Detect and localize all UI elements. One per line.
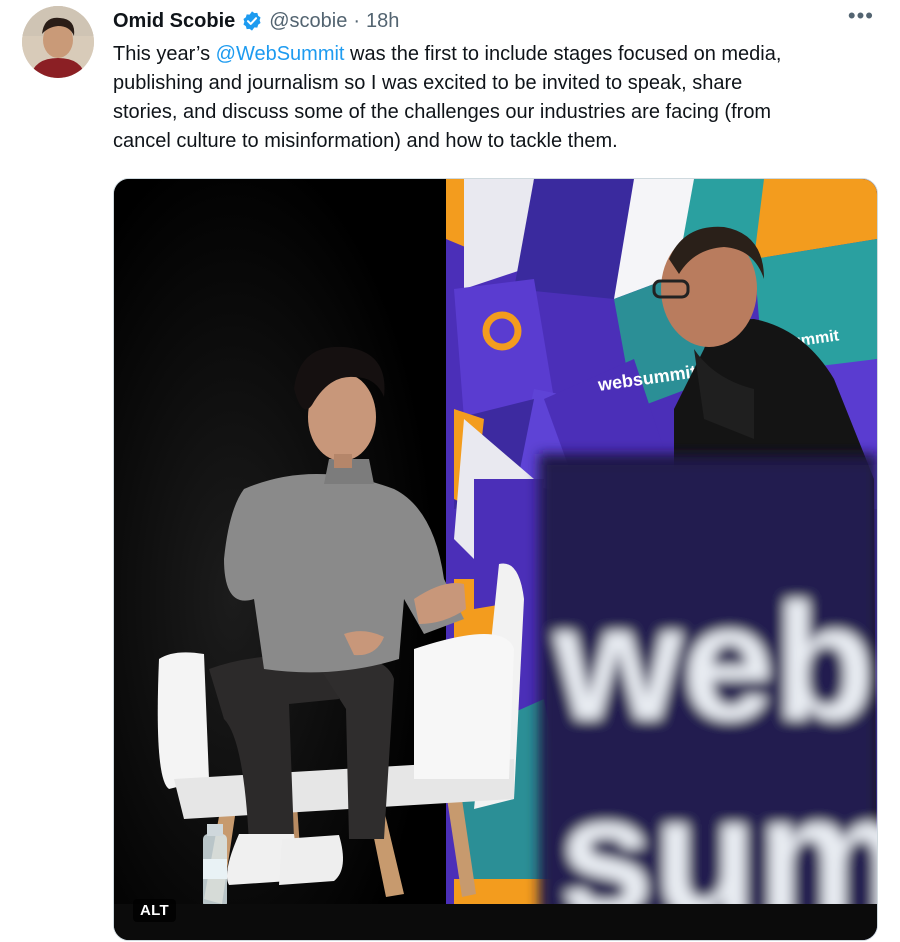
alt-text-button[interactable]: ALT <box>133 899 176 922</box>
tweet-media-photo[interactable]: websummit ummit web sum ALT <box>113 178 878 941</box>
blurred-sign-line1: web <box>553 570 875 754</box>
verified-badge-icon <box>243 11 261 31</box>
water-bottle <box>203 824 227 908</box>
author-display-name[interactable]: Omid Scobie <box>113 10 235 33</box>
tweet-text: This year’s @WebSummit was the first to … <box>113 40 883 156</box>
author-handle[interactable]: @scobie <box>269 10 347 33</box>
stage-photo: websummit ummit web sum <box>114 179 877 940</box>
mention-link[interactable]: @WebSummit <box>216 43 345 65</box>
tweet-text-line: This year’s @WebSummit was the first to … <box>113 43 782 65</box>
more-options-button[interactable]: ••• <box>847 3 874 28</box>
tweet-text-line: stories, and discuss some of the challen… <box>113 101 772 123</box>
tweet-text-line: publishing and journalism so I was excit… <box>113 72 743 94</box>
blurred-sign: web sum <box>539 454 877 940</box>
more-horizontal-icon: ••• <box>847 3 874 28</box>
tweet-header: Omid Scobie @scobie · 18h <box>113 8 399 34</box>
header-separator: · <box>353 9 361 32</box>
tweet-text-line: cancel culture to misinformation) and ho… <box>113 130 618 152</box>
avatar-photo <box>22 6 94 78</box>
author-avatar[interactable] <box>22 6 94 78</box>
tweet-timestamp[interactable]: 18h <box>366 10 399 33</box>
